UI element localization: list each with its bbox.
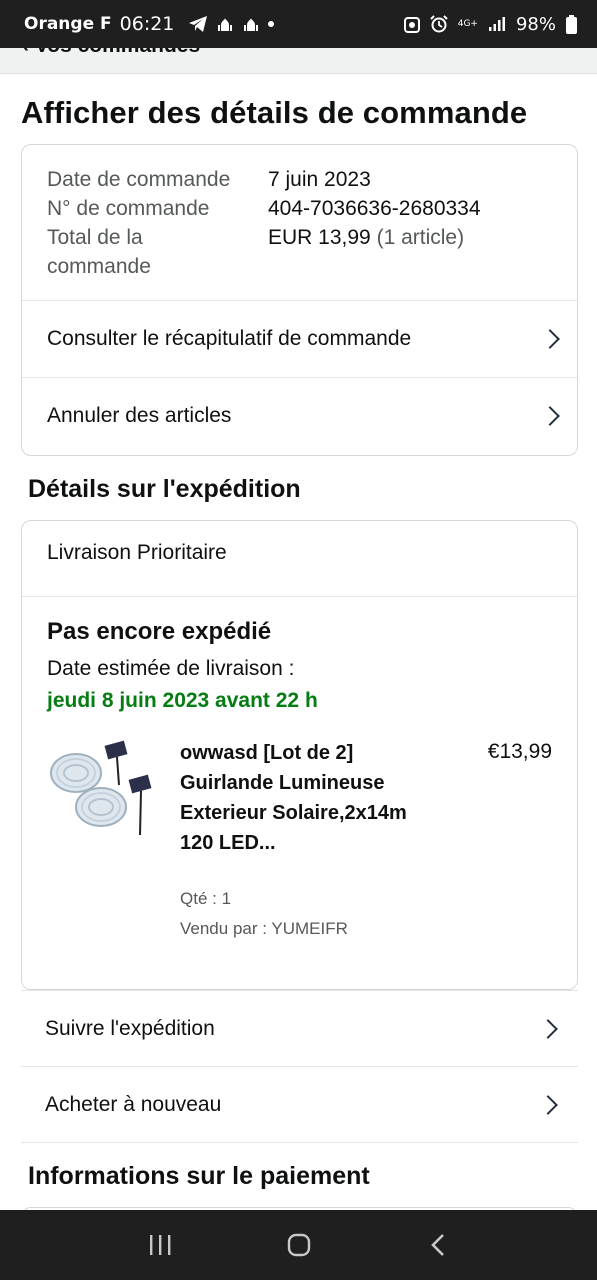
shipment-section-title: Détails sur l'expédition — [28, 475, 301, 503]
eta-date: jeudi 8 juin 2023 avant 22 h — [47, 689, 318, 712]
telegram-icon — [189, 16, 208, 32]
back-to-orders-link[interactable]: ‹ Vos commandes — [22, 48, 200, 58]
home-button[interactable] — [269, 1220, 329, 1270]
clock: 06:21 — [119, 13, 175, 35]
home-icon — [287, 1233, 310, 1257]
chevron-right-icon — [540, 406, 560, 426]
order-details-page: Afficher des détails de commande Date de… — [0, 74, 597, 1210]
order-number-value: 404-7036636-2680334 — [268, 197, 481, 220]
battery-percent: 98% — [515, 13, 556, 35]
order-total-label: Total de la commande — [47, 226, 151, 278]
divider — [21, 1142, 578, 1143]
page-title: Afficher des détails de commande — [21, 95, 528, 130]
product-seller: Vendu par : YUMEIFR — [180, 919, 348, 938]
shipment-status: Pas encore expédié — [47, 618, 272, 645]
network-type: 4G+ — [457, 18, 478, 29]
more-notifications-dot-icon — [268, 21, 275, 27]
order-summary-card: Date de commande 7 juin 2023 N° de comma… — [21, 144, 578, 456]
product-quantity: Qté : 1 — [180, 889, 232, 908]
mosque-notification-icon — [218, 18, 233, 31]
divider — [22, 596, 577, 597]
battery-icon — [566, 14, 577, 34]
shipment-card: Livraison Prioritaire Pas encore expédié… — [21, 520, 578, 990]
back-nav-band: ‹ Vos commandes — [0, 48, 597, 74]
product-thumbnail[interactable] — [46, 739, 156, 843]
payment-section-title: Informations sur le paiement — [28, 1162, 370, 1190]
eta-label: Date estimée de livraison : — [47, 657, 295, 680]
track-shipment-link[interactable]: Suivre l'expédition — [21, 990, 578, 1066]
view-order-summary-label: Consulter le récapitulatif de commande — [47, 327, 412, 350]
carrier-name: Orange F — [24, 14, 112, 34]
order-date-label: Date de commande — [47, 168, 231, 191]
cancel-items-label: Annuler des articles — [47, 404, 232, 427]
order-item-count: (1 article) — [376, 226, 465, 249]
order-info: Date de commande 7 juin 2023 N° de comma… — [47, 165, 567, 281]
chevron-right-icon — [538, 1018, 558, 1039]
lock-screen-icon — [403, 17, 420, 33]
chevron-right-icon — [538, 1094, 558, 1115]
recent-apps-icon — [149, 1235, 170, 1255]
buy-again-link[interactable]: Acheter à nouveau — [21, 1066, 578, 1142]
order-total-value: EUR 13,99 (1 article) — [268, 226, 465, 249]
back-chevron-icon — [430, 1234, 444, 1256]
buy-again-label: Acheter à nouveau — [45, 1092, 222, 1116]
cancel-items-link[interactable]: Annuler des articles — [22, 377, 577, 454]
signal-icon — [488, 17, 505, 31]
view-order-summary-link[interactable]: Consulter le récapitulatif de commande — [22, 300, 577, 377]
recent-apps-button[interactable] — [130, 1220, 190, 1270]
product-price: €13,99 — [487, 740, 552, 763]
product-title[interactable]: owwasd [Lot de 2] Guirlande Lumineuse Ex… — [180, 738, 420, 858]
system-nav-bar — [0, 1210, 597, 1280]
track-shipment-label: Suivre l'expédition — [45, 1016, 215, 1040]
order-date-value: 7 juin 2023 — [268, 168, 371, 191]
chevron-right-icon — [540, 329, 560, 349]
alarm-icon — [430, 15, 448, 33]
status-bar: Orange F 06:21 4G+ 98% — [0, 0, 597, 48]
shipping-method: Livraison Prioritaire — [47, 541, 227, 564]
mosque-notification-icon-2 — [244, 18, 259, 31]
order-number-label: N° de commande — [47, 197, 210, 220]
back-button[interactable] — [408, 1220, 468, 1270]
